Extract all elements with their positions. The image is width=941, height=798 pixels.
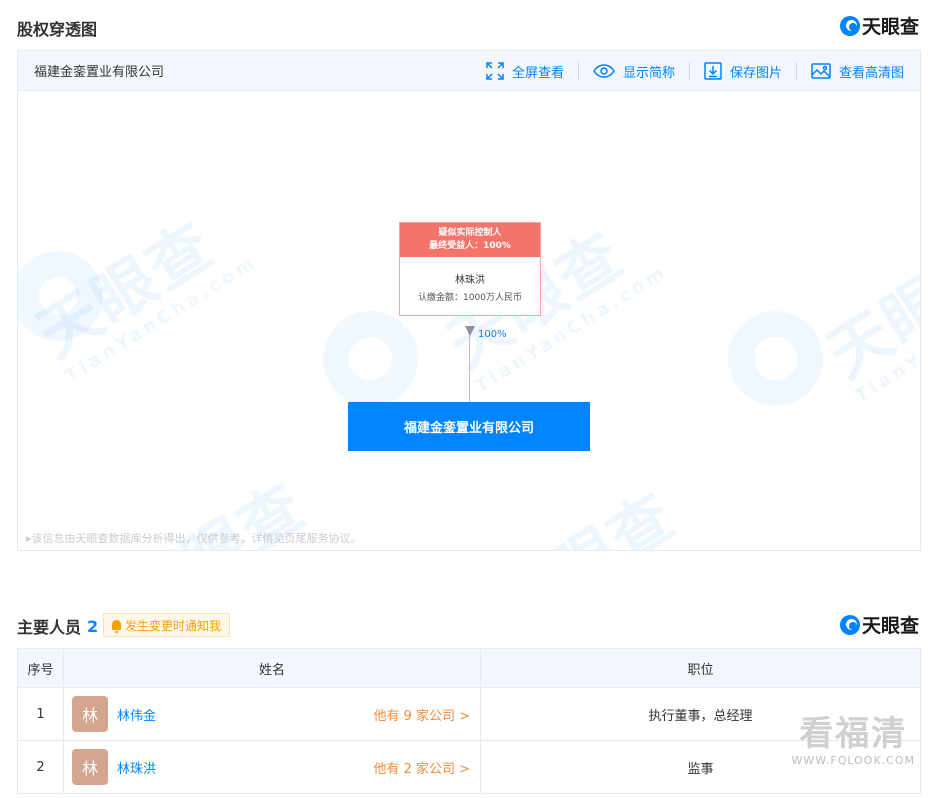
person-name-link[interactable]: 林珠洪 (117, 758, 156, 777)
download-icon (704, 62, 722, 80)
image-icon (811, 63, 831, 79)
shareholder-name: 林珠洪 (455, 275, 485, 286)
toolbar-actions: 全屏查看 显示简称 保存图片 查看高清图 (472, 51, 904, 91)
eye-icon (593, 64, 615, 78)
tianyancha-logo: 天眼查 (839, 12, 919, 39)
personnel-table: 序号 姓名 职位 1 林 林伟金 他有 9 家公司 > 执行董事，总经理 2 林… (17, 648, 921, 794)
equity-section-title: 股权穿透图 (17, 20, 98, 39)
personnel-count: 2 (87, 616, 99, 636)
table-header-row: 序号 姓名 职位 (17, 648, 921, 688)
tianyancha-logo: 天眼查 (839, 611, 919, 638)
site-watermark: 看福清 WWW.FQLOOK.COM (792, 714, 915, 767)
table-row: 2 林 林珠洪 他有 2 家公司 > 监事 (17, 740, 921, 794)
fullscreen-icon (486, 62, 504, 80)
target-company-node[interactable]: 福建金銮置业有限公司 (348, 402, 590, 451)
person-cell: 林 林伟金 他有 9 家公司 > (63, 687, 481, 741)
controller-tag-line1: 疑似实际控制人 (438, 228, 502, 238)
personnel-section-title: 主要人员 2 (17, 614, 98, 638)
hd-image-button[interactable]: 查看高清图 (797, 62, 904, 81)
watermark-text: 天眼查TianYanCha.com (24, 208, 262, 387)
disclaimer-text: ▸该信息由天眼查数据库分析得出，仅供参考，详情见页尾服务协议。 (26, 532, 362, 545)
save-image-button[interactable]: 保存图片 (690, 62, 797, 81)
hd-image-label: 查看高清图 (838, 65, 904, 81)
site-watermark-en: WWW.FQLOOK.COM (791, 754, 915, 767)
person-companies-link[interactable]: 他有 2 家公司 > (373, 758, 470, 777)
person-cell: 林 林珠洪 他有 2 家公司 > (63, 740, 481, 794)
show-short-name-button[interactable]: 显示简称 (579, 62, 690, 81)
equity-panel: 福建金銮置业有限公司 全屏查看 显示简称 保存图片 查看高清图 天眼查 Tian… (17, 50, 921, 551)
watermark-logo-circle (728, 311, 823, 406)
watermark-text: 天眼查TianYanCha.com (814, 228, 921, 407)
brand-text: 天眼查 (861, 16, 919, 38)
person-name-link[interactable]: 林伟金 (117, 705, 156, 724)
show-short-name-label: 显示简称 (622, 65, 675, 81)
watermark-logo-circle (18, 251, 103, 341)
table-row: 1 林 林伟金 他有 9 家公司 > 执行董事，总经理 (17, 687, 921, 741)
shareholder-node[interactable]: 疑似实际控制人 最终受益人：100% 林珠洪 认缴金额：1000万人民币 (399, 222, 541, 316)
ownership-edge (469, 326, 470, 402)
site-watermark-cn: 看福清 (799, 714, 908, 754)
notify-label: 发生变更时通知我 (125, 618, 222, 633)
watermark-logo-circle (323, 311, 418, 406)
ownership-arrow-icon (465, 326, 475, 336)
ownership-percent: 100% (478, 329, 507, 340)
equity-chart-canvas[interactable]: 天眼查TianYanCha.com 天眼查TianYanCha.com 天眼查T… (18, 91, 921, 550)
header-index: 序号 (17, 648, 64, 688)
bell-icon (112, 620, 121, 633)
person-companies-link[interactable]: 他有 9 家公司 > (373, 705, 470, 724)
avatar[interactable]: 林 (72, 749, 108, 785)
fullscreen-button[interactable]: 全屏查看 (472, 62, 579, 81)
watermark-text: 天眼查 (479, 467, 690, 550)
header-position: 职位 (480, 648, 921, 688)
save-image-label: 保存图片 (729, 65, 782, 81)
shareholder-capital: 认缴金额：1000万人民币 (418, 293, 522, 303)
equity-toolbar: 福建金銮置业有限公司 全屏查看 显示简称 保存图片 查看高清图 (18, 51, 920, 91)
fullscreen-label: 全屏查看 (511, 65, 564, 81)
equity-company-name: 福建金銮置业有限公司 (34, 65, 165, 80)
header-name: 姓名 (63, 648, 481, 688)
controller-tag: 疑似实际控制人 最终受益人：100% (400, 223, 540, 257)
tianyancha-logo-icon (839, 15, 860, 36)
row-index: 2 (17, 740, 64, 794)
brand-text: 天眼查 (861, 615, 919, 637)
notify-on-change-button[interactable]: 发生变更时通知我 (103, 613, 231, 637)
personnel-title-text: 主要人员 (17, 618, 82, 637)
tianyancha-logo-icon (839, 614, 860, 635)
avatar[interactable]: 林 (72, 696, 108, 732)
row-index: 1 (17, 687, 64, 741)
controller-tag-line2: 最终受益人：100% (429, 241, 511, 251)
